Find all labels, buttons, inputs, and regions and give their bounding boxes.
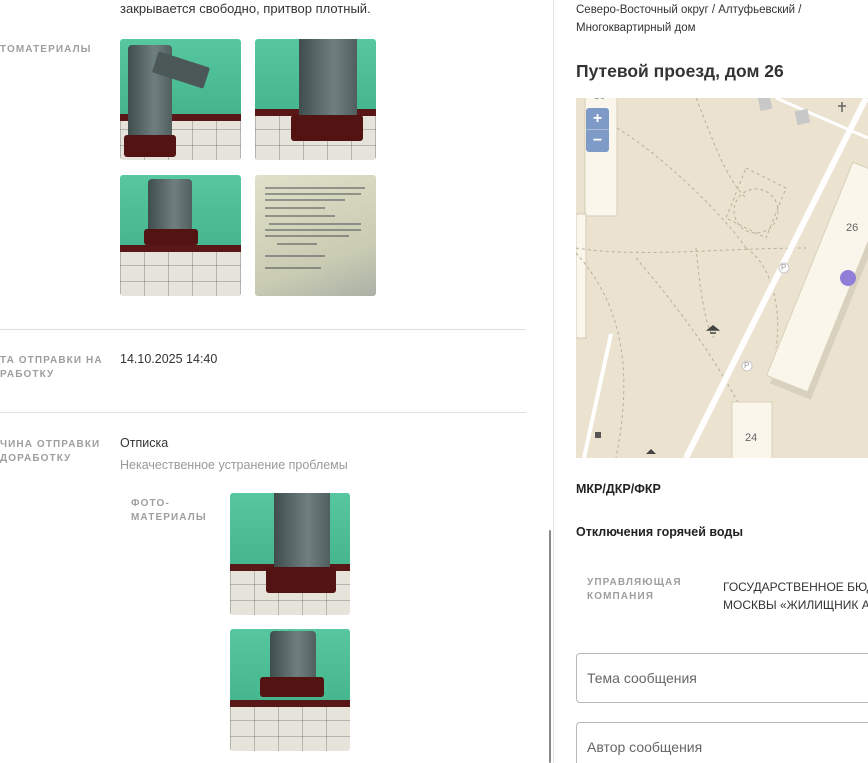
document-photo-thumbnail[interactable] — [255, 175, 376, 296]
management-company-value: ГОСУДАРСТВЕННОЕ БЮД МОСКВЫ «ЖИЛИЩНИК А — [723, 580, 868, 612]
photo-thumbnail[interactable] — [120, 39, 241, 160]
map-view[interactable]: 36 26 24 P P + − — [576, 98, 868, 458]
breadcrumb: Северо-Восточный округ / Алтуфьевский / … — [576, 4, 802, 34]
map-canvas — [576, 98, 868, 458]
message-author-input[interactable] — [577, 723, 868, 763]
message-subject-input[interactable] — [577, 654, 868, 702]
photo-thumbnail[interactable] — [255, 39, 376, 160]
map-label-house-24: 24 — [745, 432, 758, 444]
photo-thumbnail[interactable] — [120, 175, 241, 296]
map-label-house-26: 26 — [846, 222, 859, 234]
revision-photos-label: ФОТО- МАТЕРИАЛЫ — [131, 498, 207, 523]
revision-reason-label: ЧИНА ОТПРАВКИ ДОРАБОТКУ — [0, 439, 101, 464]
section-divider — [0, 329, 526, 330]
revision-reason-value: Отписка — [120, 436, 169, 450]
zoom-out-button[interactable]: − — [586, 130, 609, 152]
section-mkr-heading: МКР/ДКР/ФКР — [576, 482, 661, 496]
section-hot-water-heading: Отключения горячей воды — [576, 525, 744, 539]
section-divider — [0, 412, 526, 413]
parking-icon: P — [744, 361, 750, 370]
sent-date-value: 14.10.2025 14:40 — [120, 352, 218, 366]
description-text: закрывается свободно, притвор плотный. — [120, 1, 371, 16]
scrollbar[interactable] — [549, 530, 551, 763]
sent-date-label: ТА ОТПРАВКИ НА РАБОТКУ — [0, 355, 103, 380]
revision-reason-detail: Некачественное устранение проблемы — [120, 458, 348, 472]
photo-thumbnail[interactable] — [230, 629, 350, 751]
photos-label: ТОМАТЕРИАЛЫ — [0, 44, 92, 55]
photo-thumbnail[interactable] — [230, 493, 350, 615]
message-subject-field[interactable] — [576, 653, 868, 703]
zoom-in-button[interactable]: + — [586, 108, 609, 130]
page-title: Путевой проезд, дом 26 — [576, 61, 784, 81]
parking-icon: P — [781, 263, 787, 272]
complaint-details-panel: закрывается свободно, притвор плотный. Т… — [0, 0, 554, 763]
map-label-number: 36 — [594, 98, 605, 102]
management-company-label: УПРАВЛЯЮЩАЯ КОМПАНИЯ — [587, 577, 682, 602]
message-author-field[interactable] — [576, 722, 868, 763]
